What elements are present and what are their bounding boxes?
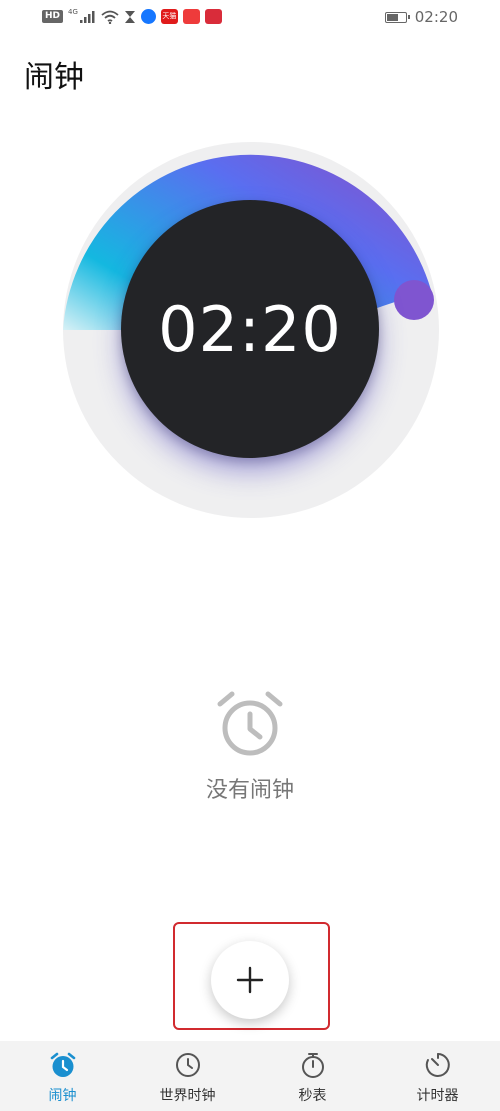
status-time: 02:20	[414, 8, 458, 26]
alipay-icon	[140, 9, 156, 24]
plus-icon	[236, 966, 264, 994]
add-alarm-button[interactable]	[211, 941, 289, 1019]
dial-arc-cap	[394, 280, 434, 320]
timer-icon	[425, 1053, 450, 1077]
red-app-icon	[182, 9, 200, 24]
network-type: 4G	[68, 7, 78, 16]
nav-item-stopwatch[interactable]: 秒表	[250, 1041, 375, 1111]
hourglass-icon	[124, 10, 135, 23]
page-title: 闹钟	[24, 60, 84, 95]
calendar-app-icon	[204, 9, 222, 24]
empty-state-text: 没有闹钟	[205, 778, 294, 803]
battery-icon	[384, 11, 410, 23]
alarm-clock-icon	[217, 691, 283, 756]
nav-item-alarm[interactable]: 闹钟	[0, 1041, 125, 1111]
nav-label-world-clock: 世界时钟	[159, 1088, 216, 1104]
clock-time: 02:20	[158, 292, 342, 366]
world-clock-icon	[175, 1053, 200, 1077]
status-icons: HD 4G 天猫	[42, 7, 222, 24]
signal-icon	[79, 10, 95, 23]
hd-badge: HD	[42, 10, 64, 23]
stopwatch-icon	[301, 1053, 324, 1078]
nav-item-world-clock[interactable]: 世界时钟	[125, 1041, 250, 1111]
status-bar: HD 4G 天猫 02:20	[0, 0, 500, 36]
tmall-icon: 天猫	[160, 9, 178, 24]
alarm-icon	[50, 1052, 75, 1077]
nav-label-timer: 计时器	[416, 1088, 459, 1104]
nav-item-timer[interactable]: 计时器	[375, 1041, 500, 1111]
wifi-icon	[101, 10, 119, 24]
bottom-nav: 闹钟 世界时钟 秒表 计时器	[0, 1041, 500, 1111]
nav-label-stopwatch: 秒表	[298, 1088, 327, 1104]
nav-label-alarm: 闹钟	[48, 1088, 77, 1104]
